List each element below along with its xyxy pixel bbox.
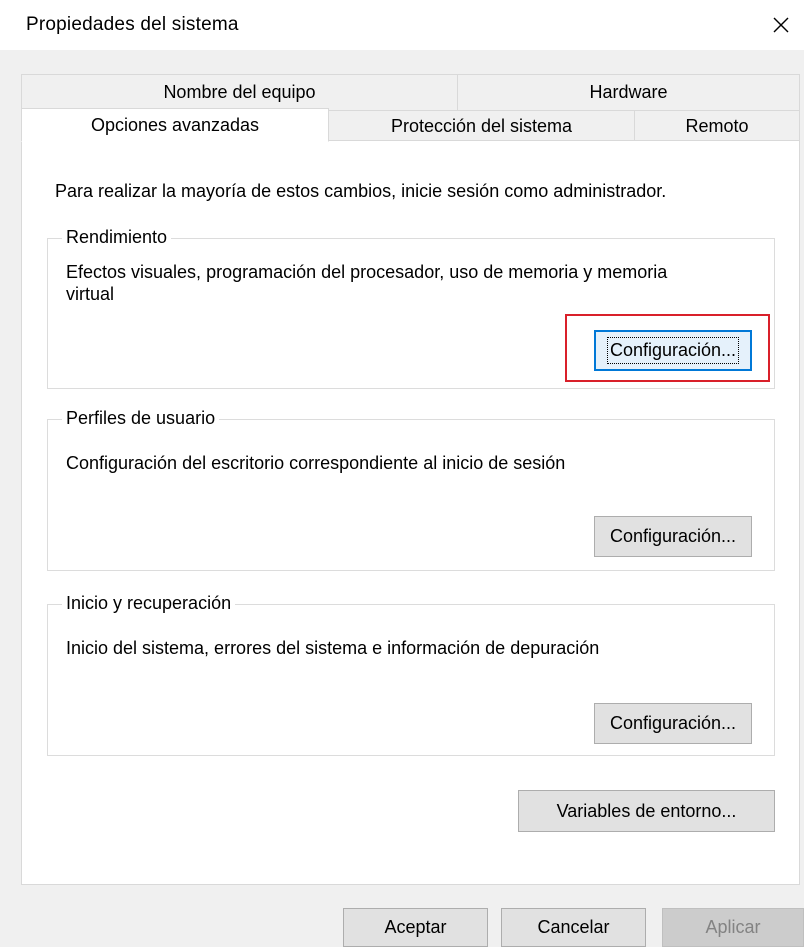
button-label: Configuración... bbox=[606, 337, 740, 364]
tab-label: Hardware bbox=[589, 82, 668, 102]
tab-proteccion-del-sistema[interactable]: Protección del sistema bbox=[328, 110, 635, 141]
close-button[interactable] bbox=[758, 0, 804, 50]
button-label: Configuración... bbox=[609, 526, 737, 546]
tab-opciones-avanzadas[interactable]: Opciones avanzadas bbox=[21, 108, 329, 142]
window-title: Propiedades del sistema bbox=[26, 14, 239, 35]
group-description: Efectos visuales, programación del proce… bbox=[66, 262, 668, 304]
user-profiles-settings-button[interactable]: Configuración... bbox=[594, 516, 752, 557]
group-inicio-y-recuperacion: Inicio y recuperación Inicio del sistema… bbox=[47, 593, 775, 756]
tab-remoto[interactable]: Remoto bbox=[634, 110, 800, 141]
apply-button[interactable]: Aplicar bbox=[662, 908, 804, 947]
startup-recovery-settings-button[interactable]: Configuración... bbox=[594, 703, 752, 744]
group-description: Configuración del escritorio correspondi… bbox=[66, 453, 566, 473]
tab-hardware[interactable]: Hardware bbox=[457, 74, 800, 110]
button-label: Aceptar bbox=[384, 917, 447, 937]
button-label: Aplicar bbox=[705, 917, 761, 937]
button-label: Variables de entorno... bbox=[556, 800, 737, 821]
tab-label: Protección del sistema bbox=[390, 115, 573, 136]
group-title: Perfiles de usuario bbox=[62, 408, 220, 429]
tab-label: Nombre del equipo bbox=[163, 82, 316, 102]
group-perfiles-de-usuario: Perfiles de usuario Configuración del es… bbox=[47, 408, 775, 571]
tab-nombre-del-equipo[interactable]: Nombre del equipo bbox=[21, 74, 458, 110]
ok-button[interactable]: Aceptar bbox=[343, 908, 488, 947]
title-bar: Propiedades del sistema bbox=[0, 0, 804, 50]
admin-notice: Para realizar la mayoría de estos cambio… bbox=[55, 181, 667, 201]
system-properties-dialog: Propiedades del sistema Nombre del equip… bbox=[0, 0, 804, 947]
tab-label: Opciones avanzadas bbox=[90, 114, 260, 135]
close-icon bbox=[773, 17, 789, 33]
cancel-button[interactable]: Cancelar bbox=[501, 908, 646, 947]
button-label: Configuración... bbox=[609, 713, 737, 733]
button-label: Cancelar bbox=[537, 917, 610, 937]
performance-settings-button[interactable]: Configuración... bbox=[594, 330, 752, 371]
environment-variables-button[interactable]: Variables de entorno... bbox=[518, 790, 775, 832]
group-title: Rendimiento bbox=[62, 227, 172, 248]
group-title: Inicio y recuperación bbox=[62, 593, 236, 614]
group-rendimiento: Rendimiento Efectos visuales, programaci… bbox=[47, 227, 775, 389]
tab-label: Remoto bbox=[685, 115, 749, 136]
tab-panel-opciones-avanzadas: Para realizar la mayoría de estos cambio… bbox=[21, 140, 800, 885]
group-description: Inicio del sistema, errores del sistema … bbox=[66, 638, 600, 658]
